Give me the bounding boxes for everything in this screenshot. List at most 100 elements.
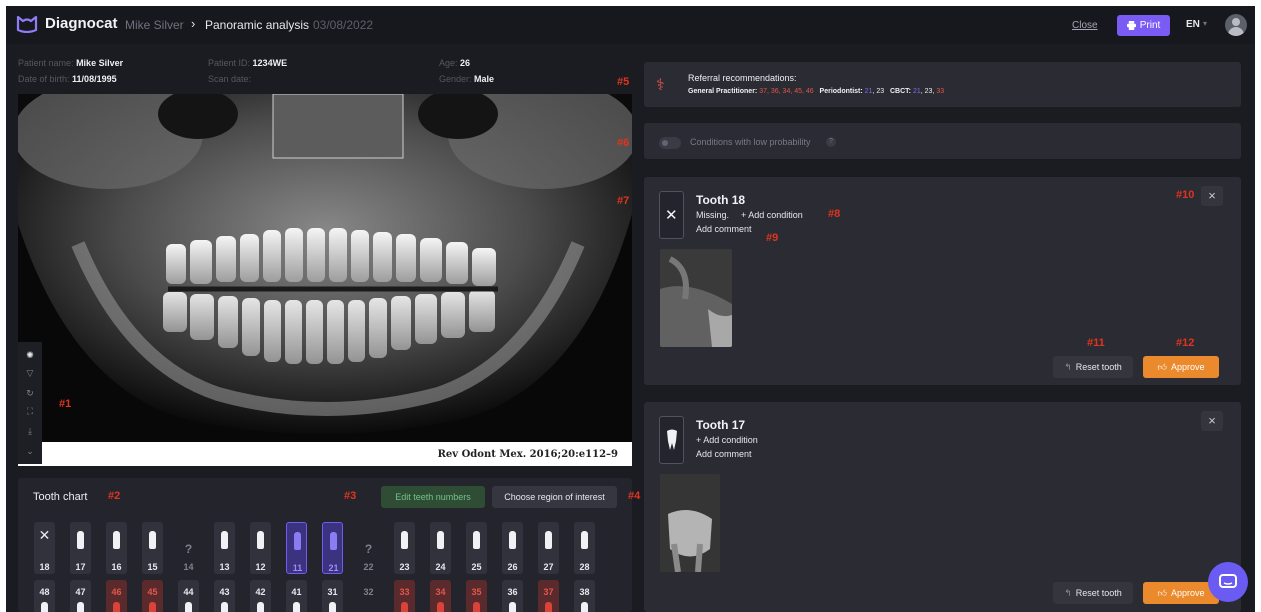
tooth-41[interactable]: 41 — [286, 580, 307, 612]
tooth-shape-icon — [473, 531, 480, 549]
breadcrumb-separator-icon: › — [191, 16, 196, 31]
reset-tooth-button[interactable]: ↰ Reset tooth — [1053, 356, 1133, 378]
top-bar: Diagnocat Mike Silver › Panoramic analys… — [6, 6, 1255, 44]
low-probability-panel: Conditions with low probability ? — [644, 123, 1241, 159]
tooth-13[interactable]: 13 — [214, 522, 235, 574]
add-condition-link[interactable]: + Add condition — [741, 210, 803, 220]
tooth-46[interactable]: 46 — [106, 580, 127, 612]
tooth-43[interactable]: 43 — [214, 580, 235, 612]
tooth-shape-icon — [113, 531, 120, 549]
annotation-12: #12 — [1176, 337, 1195, 349]
tooth-missing-icon: ✕ — [659, 191, 684, 239]
tooth-24[interactable]: 24 — [430, 522, 451, 574]
close-link[interactable]: Close — [1072, 20, 1098, 31]
tooth-shape-icon — [77, 602, 84, 612]
patient-id-field: Patient ID: 1234WE — [208, 58, 288, 68]
patient-dob-field: Date of birth: 11/08/1995 — [18, 74, 117, 84]
tooth-28[interactable]: 28 — [574, 522, 595, 574]
tooth-36[interactable]: 36 — [502, 580, 523, 612]
tooth-48[interactable]: 48 — [34, 580, 55, 612]
annotation-2: #2 — [108, 490, 121, 502]
tooth-34[interactable]: 34 — [430, 580, 451, 612]
tooth-31[interactable]: 31 — [322, 580, 343, 612]
logo[interactable]: Diagnocat — [15, 13, 118, 33]
patient-age-field: Age: 26 — [439, 58, 471, 68]
tooth-number: 34 — [435, 587, 446, 597]
tooth-22[interactable]: ? 22 — [358, 522, 379, 574]
tooth-45[interactable]: 45 — [142, 580, 163, 612]
fullscreen-icon[interactable]: ⛶ — [25, 406, 35, 416]
tooth-number: 41 — [291, 587, 302, 597]
chevron-down-icon[interactable]: ⌄ — [25, 446, 35, 456]
tooth-26[interactable]: 26 — [502, 522, 523, 574]
rotate-icon[interactable]: ↻ — [25, 388, 35, 398]
print-button[interactable]: Print — [1117, 15, 1170, 36]
tooth-number: 48 — [39, 587, 50, 597]
condition-status: Missing. — [696, 210, 730, 220]
download-icon[interactable]: ⤓ — [25, 426, 35, 436]
tooth-number: 45 — [147, 587, 158, 597]
tooth-number: 35 — [471, 587, 482, 597]
tooth-shape-icon — [545, 602, 552, 612]
add-comment-link[interactable]: Add comment — [696, 224, 752, 234]
tooth-27[interactable]: 27 — [538, 522, 559, 574]
reset-tooth-button[interactable]: ↰ Reset tooth — [1053, 582, 1133, 604]
tooth-37[interactable]: 37 — [538, 580, 559, 612]
help-icon[interactable]: ? — [826, 137, 836, 147]
tooth-11[interactable]: 11 — [286, 522, 307, 574]
tooth-14[interactable]: ? 14 — [178, 522, 199, 574]
tooth-12[interactable]: 12 — [250, 522, 271, 574]
annotation-3: #3 — [344, 490, 357, 502]
annotation-7: #7 — [617, 195, 630, 207]
close-icon[interactable]: × — [1201, 411, 1223, 431]
low-probability-toggle[interactable] — [659, 137, 681, 149]
tooth-25[interactable]: 25 — [466, 522, 487, 574]
chat-support-button[interactable] — [1208, 562, 1248, 602]
referral-icon: ⚕ — [656, 77, 665, 94]
tooth-42[interactable]: 42 — [250, 580, 271, 612]
tooth-23[interactable]: 23 — [394, 522, 415, 574]
tooth-shape-icon — [293, 602, 300, 612]
approve-button[interactable]: 👍︎ Approve — [1143, 356, 1219, 378]
tooth-shape-icon — [185, 602, 192, 612]
brightness-icon[interactable]: ✺ — [25, 350, 35, 360]
tooth-35[interactable]: 35 — [466, 580, 487, 612]
tooth-17[interactable]: 17 — [70, 522, 91, 574]
tooth-number: 46 — [111, 587, 122, 597]
annotation-1: #1 — [59, 398, 72, 410]
panoramic-xray-image — [18, 94, 632, 466]
tooth-shape-icon — [330, 532, 337, 550]
add-comment-link[interactable]: Add comment — [696, 449, 752, 459]
unknown-tooth-icon: ? — [184, 542, 193, 556]
tooth-icon — [659, 416, 684, 464]
tooth-47[interactable]: 47 — [70, 580, 91, 612]
edit-teeth-numbers-button[interactable]: Edit teeth numbers — [381, 486, 485, 508]
breadcrumb-patient[interactable]: Mike Silver — [125, 18, 184, 32]
choose-region-button[interactable]: Choose region of interest — [492, 486, 617, 508]
tooth-38[interactable]: 38 — [574, 580, 595, 612]
tooth-44[interactable]: 44 — [178, 580, 199, 612]
tooth-16[interactable]: 16 — [106, 522, 127, 574]
thumbs-up-icon: 👍︎ — [1157, 587, 1167, 598]
tooth-18[interactable]: ✕ 18 — [34, 522, 55, 574]
filter-icon[interactable]: ▽ — [25, 368, 35, 378]
tooth-number: 31 — [327, 587, 338, 597]
tooth-32[interactable]: 32 — [358, 580, 379, 612]
panoramic-xray-viewer[interactable] — [18, 94, 632, 466]
xray-credit: Rev Odont Mex. 2016;20:e112–9 — [18, 442, 632, 466]
tooth-15[interactable]: 15 — [142, 522, 163, 574]
close-icon[interactable]: × — [1201, 186, 1223, 206]
tooth-33[interactable]: 33 — [394, 580, 415, 612]
tooth-21[interactable]: 21 — [322, 522, 343, 574]
tooth-shape-icon — [401, 531, 408, 549]
card-title: Tooth 17 — [696, 418, 746, 432]
language-selector[interactable]: EN — [1186, 19, 1200, 30]
tooth-number: 22 — [363, 562, 374, 572]
tooth-shape-icon — [401, 602, 408, 612]
annotation-10: #10 — [1176, 189, 1195, 201]
tooth-number: 21 — [328, 563, 339, 573]
tooth-number: 44 — [183, 587, 194, 597]
user-avatar[interactable] — [1225, 14, 1247, 36]
chevron-down-icon[interactable]: ▾ — [1203, 19, 1207, 28]
add-condition-link[interactable]: + Add condition — [696, 435, 758, 445]
